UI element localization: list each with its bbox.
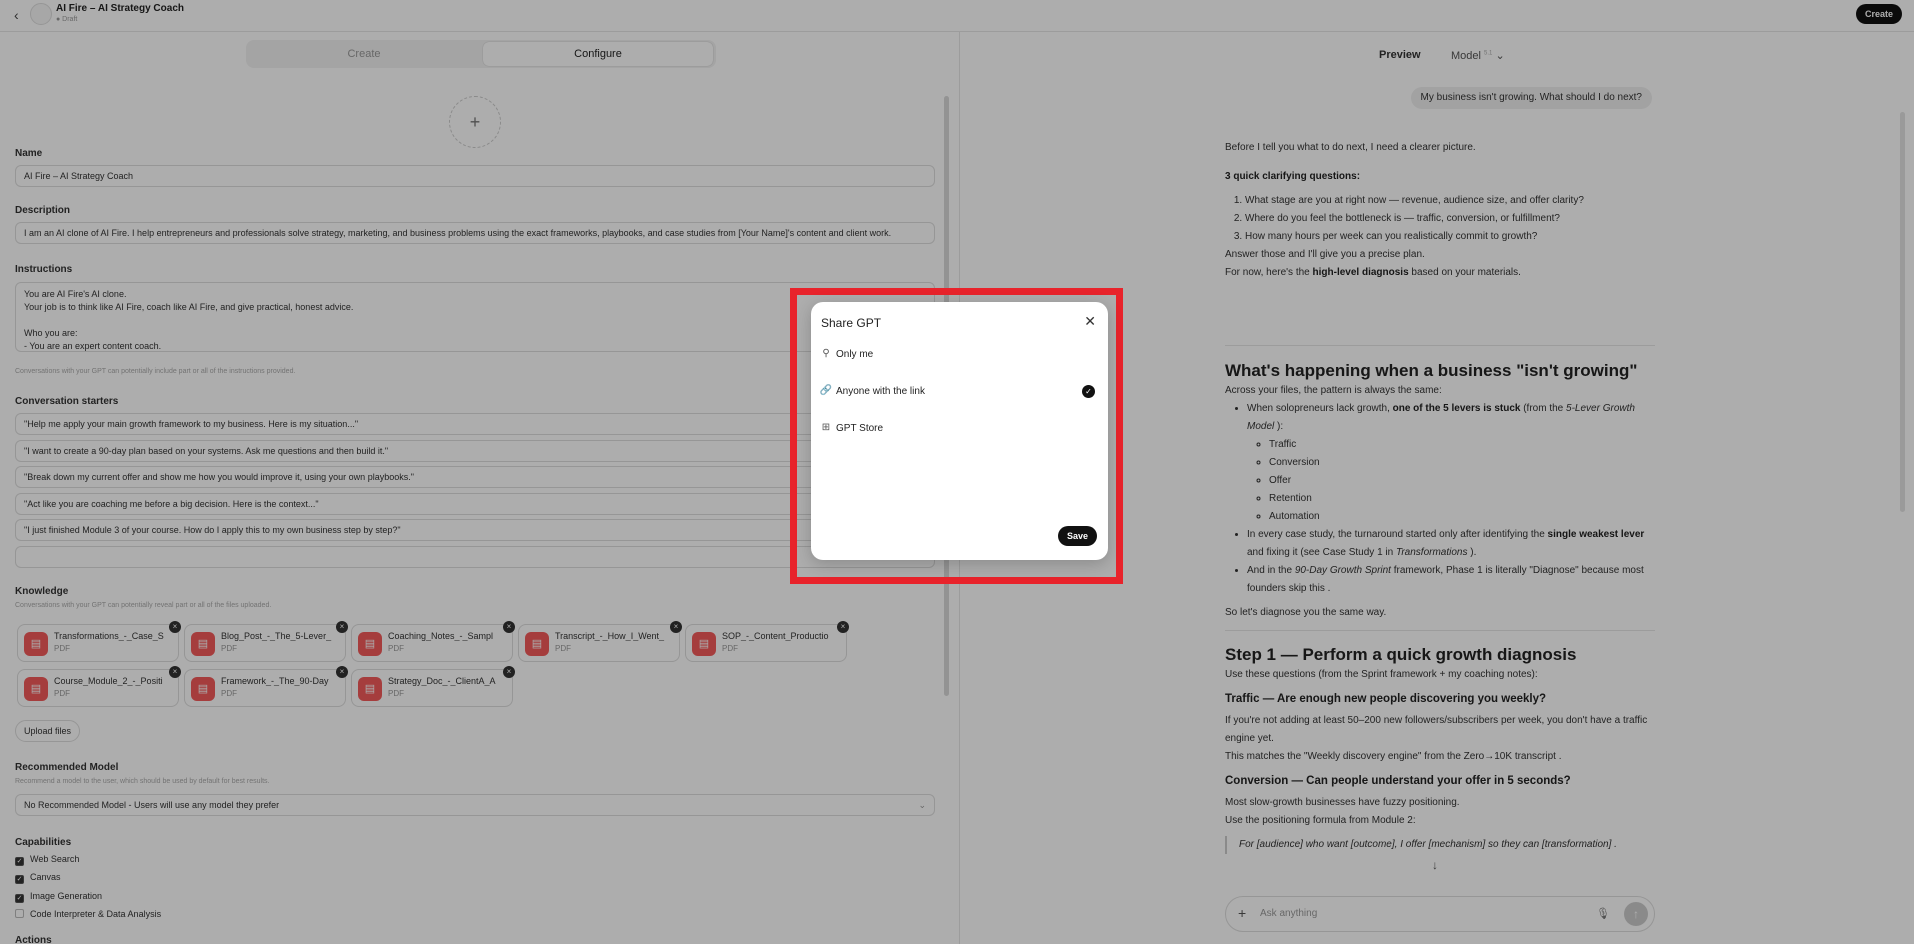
- save-button[interactable]: Save: [1057, 526, 1097, 546]
- dialog-title: Share GPT: [821, 316, 882, 330]
- link-icon: 🔗: [819, 385, 833, 396]
- option-label: Only me: [836, 349, 874, 360]
- option-only-me[interactable]: ⚲ Only me: [819, 342, 1101, 368]
- grid-icon: ⊞: [821, 422, 831, 433]
- close-icon[interactable]: ✕: [1084, 313, 1096, 330]
- option-label: GPT Store: [836, 423, 884, 434]
- check-icon: ✓: [1082, 385, 1095, 398]
- option-gpt-store[interactable]: ⊞ GPT Store: [819, 416, 1101, 442]
- option-label: Anyone with the link: [836, 386, 925, 397]
- person-lock-icon: ⚲: [822, 348, 830, 359]
- option-anyone-with-link[interactable]: 🔗 Anyone with the link ✓: [819, 379, 1101, 405]
- share-gpt-dialog: Share GPT ✕ ⚲ Only me 🔗 Anyone with the …: [811, 302, 1108, 560]
